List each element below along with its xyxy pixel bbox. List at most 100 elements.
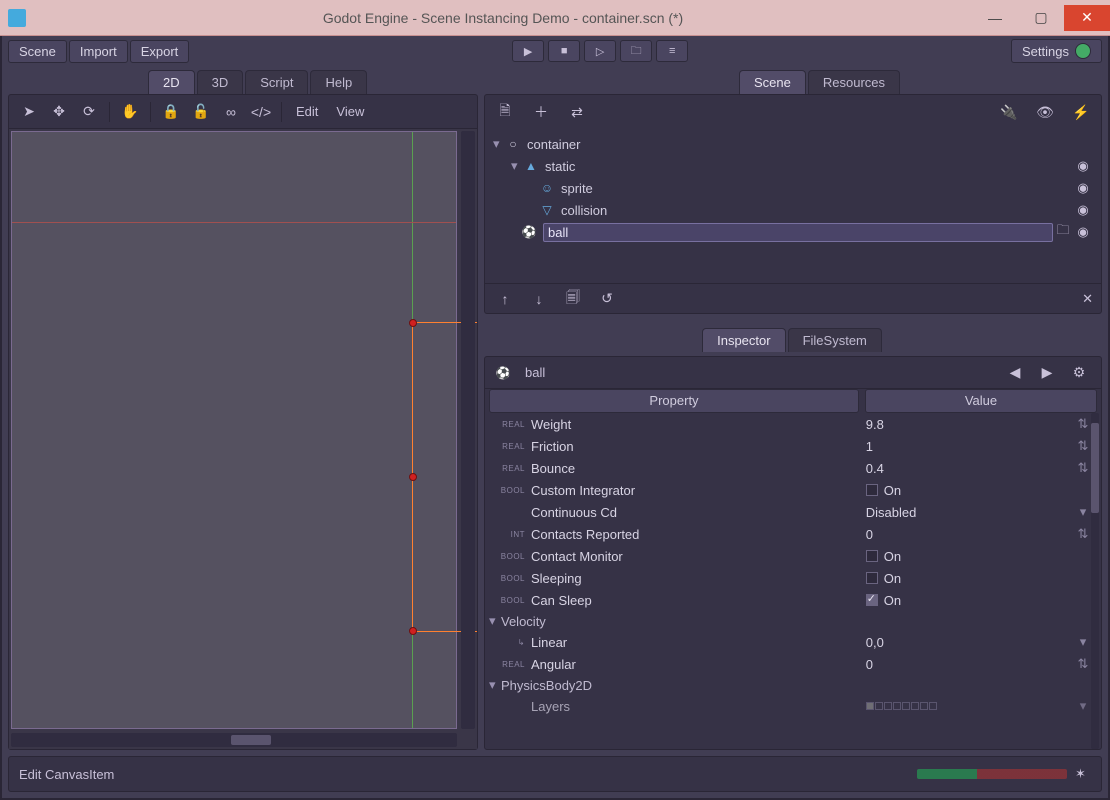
spinner-icon[interactable]: ⇅ [1075,438,1091,454]
tab-filesystem[interactable]: FileSystem [788,328,882,352]
scrollbar-thumb[interactable] [1091,423,1099,513]
tab-inspector[interactable]: Inspector [702,328,785,352]
layers-grid[interactable] [866,702,937,710]
scrollbar-thumb[interactable] [231,735,271,745]
tab-3d[interactable]: 3D [197,70,244,94]
move-down-icon[interactable]: ↓ [527,287,551,311]
stop-button[interactable]: ■ [548,40,580,62]
spinner-icon[interactable]: ⇅ [1075,656,1091,672]
prev-object-icon[interactable]: ◀ [1003,361,1027,385]
instance-icon[interactable]: ⇄ [565,100,589,124]
dropdown-icon[interactable]: ▾ [1075,504,1091,520]
app-icon [8,9,26,27]
prop-custom-integrator[interactable]: BOOL Custom Integrator On [485,479,1101,501]
spinner-icon[interactable]: ⇅ [1075,526,1091,542]
prop-continuous-cd[interactable]: Continuous Cd Disabled ▾ [485,501,1101,523]
dropdown-icon[interactable]: ▾ [1075,698,1091,714]
prop-contacts-reported[interactable]: INT Contacts Reported 0 ⇅ [485,523,1101,545]
menu-export[interactable]: Export [130,40,190,63]
statusbar: Edit CanvasItem ✶ [8,756,1102,792]
prop-friction[interactable]: REAL Friction 1 ⇅ [485,435,1101,457]
tab-resources[interactable]: Resources [808,70,900,94]
prop-layers[interactable]: Layers ▾ [485,695,1101,717]
checkbox[interactable] [866,550,878,562]
prop-linear[interactable]: ↳ Linear 0,0 ▾ [485,631,1101,653]
maximize-button[interactable]: ▢ [1018,5,1064,31]
checkbox[interactable] [866,572,878,584]
prop-sleeping[interactable]: BOOL Sleeping On [485,567,1101,589]
menu-import[interactable]: Import [69,40,128,63]
handle-icon[interactable] [409,473,417,481]
move-tool-icon[interactable]: ✥ [47,100,71,124]
tab-2d[interactable]: 2D [148,70,195,94]
reparent-icon[interactable]: ↺ [595,287,619,311]
code-icon[interactable]: </> [249,100,273,124]
prop-contact-monitor[interactable]: BOOL Contact Monitor On [485,545,1101,567]
visibility-icon[interactable]: ◉ [1073,224,1093,240]
open-scene-icon[interactable]: 🗀 [1053,221,1073,243]
inspector-scrollbar[interactable] [1091,413,1099,749]
new-node-icon[interactable]: 🗎 [493,100,517,124]
tree-node-ball[interactable]: ⚽ ball 🗀 ◉ [493,221,1093,243]
checkbox[interactable] [866,484,878,496]
viewport-scrollbar-horizontal[interactable] [11,733,457,747]
visibility-icon[interactable]: ◉ [1073,180,1093,196]
gear-icon[interactable]: ⚙ [1067,361,1091,385]
splitter-horizontal[interactable] [484,318,1102,322]
section-physicsbody2d[interactable]: ▾PhysicsBody2D [485,675,1101,695]
spinner-icon[interactable]: ⇅ [1075,460,1091,476]
list-button[interactable]: ≡ [656,40,688,62]
rotate-tool-icon[interactable]: ⟳ [77,100,101,124]
close-button[interactable]: ✕ [1064,5,1110,31]
next-object-icon[interactable]: ▶ [1035,361,1059,385]
close-panel-icon[interactable]: ✕ [1082,291,1093,307]
property-list[interactable]: REAL Weight 9.8 ⇅ REAL Friction 1 ⇅ REAL… [485,413,1101,749]
prop-can-sleep[interactable]: BOOL Can Sleep On [485,589,1101,611]
dropdown-icon[interactable]: ▾ [1075,634,1091,650]
duplicate-icon[interactable]: 🗐 [561,287,585,311]
viewport-canvas[interactable] [9,129,477,749]
minimize-button[interactable]: — [972,5,1018,31]
status-text: Edit CanvasItem [19,767,114,782]
prop-bounce[interactable]: REAL Bounce 0.4 ⇅ [485,457,1101,479]
tab-script[interactable]: Script [245,70,308,94]
handle-icon[interactable] [409,627,417,635]
add-node-icon[interactable]: ＋ [529,100,553,124]
tab-help[interactable]: Help [310,70,367,94]
unlock-icon[interactable]: 🔓 [189,100,213,124]
viewport-scrollbar-vertical[interactable] [461,131,475,729]
prop-weight[interactable]: REAL Weight 9.8 ⇅ [485,413,1101,435]
tree-node-collision[interactable]: ▽ collision ◉ [493,199,1093,221]
tree-node-sprite[interactable]: ☺ sprite ◉ [493,177,1093,199]
checkbox[interactable] [866,594,878,606]
section-velocity[interactable]: ▾Velocity [485,611,1101,631]
link-icon[interactable]: ∞ [219,100,243,124]
move-up-icon[interactable]: ↑ [493,287,517,311]
tree-node-static[interactable]: ▾ ▲ static ◉ [493,155,1093,177]
tree-node-container[interactable]: ▾ ○ container [493,133,1093,155]
pan-tool-icon[interactable]: ✋ [118,100,142,124]
toolbar-view[interactable]: View [330,104,370,119]
settings-button[interactable]: Settings [1011,39,1102,63]
spinner-icon[interactable]: ⇅ [1075,416,1091,432]
toolbar-edit[interactable]: Edit [290,104,324,119]
error-strip[interactable] [917,769,1067,779]
menu-scene[interactable]: Scene [8,40,67,63]
visibility-icon[interactable]: ◉ [1073,158,1093,174]
rigidbody-icon: ⚽ [495,365,511,381]
lock-icon[interactable]: 🔒 [159,100,183,124]
tab-scene[interactable]: Scene [739,70,806,94]
open-button[interactable]: 🗀 [620,40,652,62]
select-tool-icon[interactable]: ➤ [17,100,41,124]
node-label: collision [561,203,607,218]
scene-tree[interactable]: ▾ ○ container ▾ ▲ static ◉ ☺ sprit [485,129,1101,283]
handle-icon[interactable] [409,319,417,327]
connect-icon[interactable]: 🔌 [997,100,1021,124]
collision-icon: ▽ [539,202,555,218]
play-scene-button[interactable]: ▷ [584,40,616,62]
prop-angular[interactable]: REAL Angular 0 ⇅ [485,653,1101,675]
play-button[interactable]: ▶ [512,40,544,62]
visibility-icon[interactable]: ◉ [1073,202,1093,218]
script-toggle-icon[interactable]: ⚡ [1069,100,1093,124]
visibility-toggle-icon[interactable]: 👁 [1033,100,1057,124]
